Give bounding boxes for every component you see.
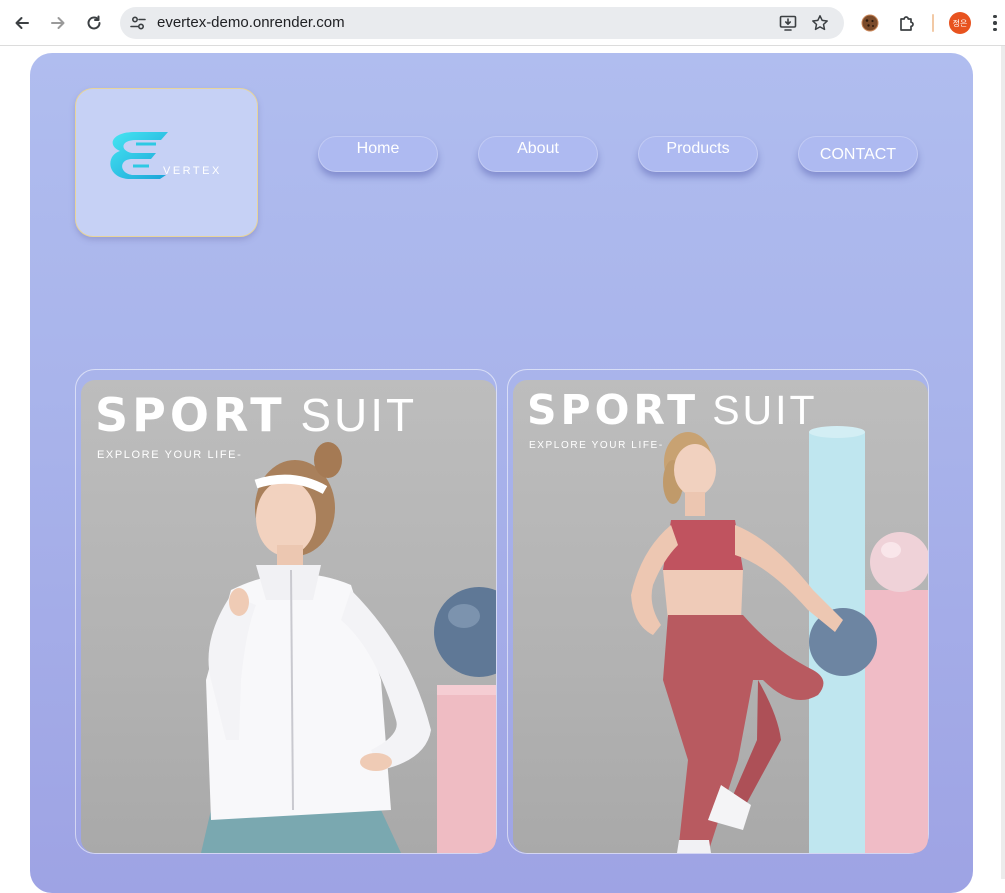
install-app-icon[interactable] (778, 13, 798, 33)
nav-about-button[interactable]: About (478, 136, 598, 172)
puzzle-extensions-icon[interactable] (896, 12, 918, 34)
site-logo[interactable]: VERTEX (75, 88, 258, 237)
banner-subtitle: EXPLORE YOUR LIFE- (529, 440, 664, 451)
address-bar[interactable]: evertex-demo.onrender.com (120, 7, 844, 39)
cookie-extension-icon[interactable] (859, 12, 881, 34)
reload-icon[interactable] (82, 11, 106, 35)
bookmark-star-icon[interactable] (810, 13, 830, 33)
banner-subtitle: EXPLORE YOUR LIFE- (97, 449, 243, 461)
nav-home-button[interactable]: Home (318, 136, 438, 172)
scrollbar-track[interactable] (1001, 46, 1005, 879)
nav-products-button[interactable]: Products (638, 136, 758, 172)
kebab-menu-icon[interactable] (988, 12, 1002, 34)
nav-contact-button[interactable]: CONTACT (798, 136, 918, 172)
logo-wordmark: VERTEX (163, 165, 222, 177)
product-banner-leggings[interactable]: SPORT SUIT EXPLORE YOUR LIFE- (513, 380, 928, 853)
browser-toolbar: evertex-demo.onrender.com 정은 (0, 0, 1005, 46)
evertex-logo-icon (110, 131, 168, 179)
page-hero-card: VERTEX Home About Products CONTACT SPORT… (30, 53, 973, 893)
banner-title: SPORT SUIT (527, 386, 818, 434)
url-text[interactable]: evertex-demo.onrender.com (157, 7, 345, 39)
product-banner-jacket[interactable]: SPORT SUIT EXPLORE YOUR LIFE- (81, 380, 496, 853)
forward-arrow-icon[interactable] (46, 11, 70, 35)
site-settings-icon[interactable] (128, 13, 148, 33)
toolbar-divider (932, 14, 934, 32)
back-arrow-icon[interactable] (10, 11, 34, 35)
profile-avatar[interactable]: 정은 (949, 12, 971, 34)
banner-title: SPORT SUIT (95, 388, 418, 442)
